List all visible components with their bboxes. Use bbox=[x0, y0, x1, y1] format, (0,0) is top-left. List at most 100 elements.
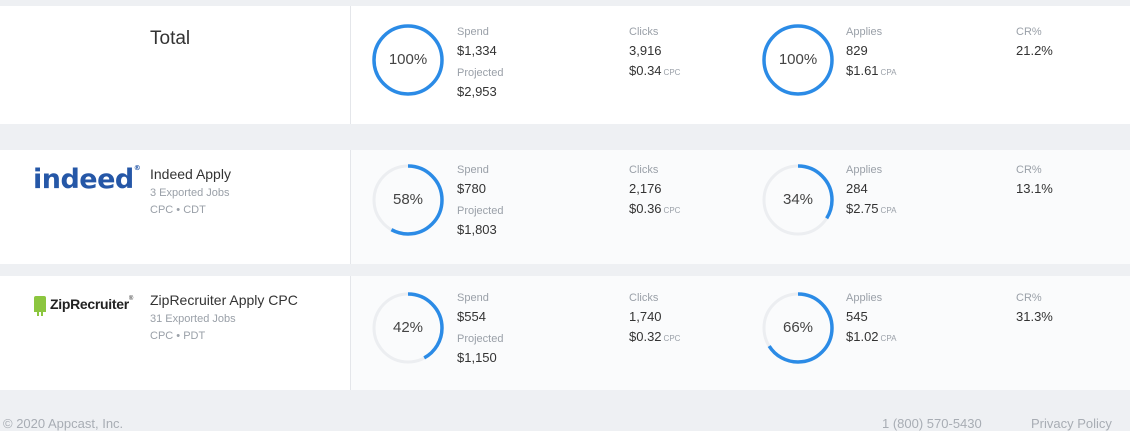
cpa-value: $2.75 CPA bbox=[846, 201, 896, 216]
cr-label: CR% bbox=[1016, 164, 1042, 176]
projected-value: $2,953 bbox=[457, 84, 497, 99]
source-meta: CPC • PDT bbox=[150, 330, 206, 342]
projected-label: Projected bbox=[457, 333, 504, 345]
projected-label: Projected bbox=[457, 67, 504, 79]
applies-percent: 34% bbox=[782, 191, 814, 208]
cpa-unit: CPA bbox=[880, 68, 897, 77]
projected-label: Projected bbox=[457, 205, 504, 217]
spend-metric: Spend $554 Projected $1,150 bbox=[457, 292, 503, 365]
cr-label: CR% bbox=[1016, 26, 1042, 38]
applies-percent: 100% bbox=[778, 51, 818, 68]
cr-value: 31.3% bbox=[1016, 309, 1053, 324]
ziprecruiter-logo-text: ZipRecruiter® bbox=[50, 296, 133, 312]
cpc-amount: $0.32 bbox=[629, 329, 662, 344]
spend-percent: 58% bbox=[392, 191, 424, 208]
cr-metric: CR% 31.3% bbox=[1016, 292, 1053, 324]
cpc-value: $0.34 CPC bbox=[629, 63, 680, 78]
exported-jobs: 31 Exported Jobs bbox=[150, 313, 236, 325]
cpc-unit: CPC bbox=[663, 334, 681, 343]
spend-label: Spend bbox=[457, 292, 489, 304]
source-metrics: 58% Spend $780 Projected $1,803 Clicks 2… bbox=[351, 150, 1130, 264]
spend-gauge: 42% bbox=[371, 291, 445, 365]
source-cell: ZipRecruiter® ZipRecruiter Apply CPC 31 … bbox=[0, 276, 351, 390]
source-row-ziprecruiter[interactable]: ZipRecruiter® ZipRecruiter Apply CPC 31 … bbox=[0, 276, 1130, 390]
indeed-logo: indeed® bbox=[33, 164, 141, 195]
privacy-policy-link[interactable]: Privacy Policy bbox=[1031, 416, 1112, 431]
total-row: Total 100% Spend $1,334 Projected $2,953… bbox=[0, 6, 1130, 124]
source-cell: indeed® Indeed Apply 3 Exported Jobs CPC… bbox=[0, 150, 351, 264]
projected-value: $1,803 bbox=[457, 222, 497, 237]
spend-percent: 42% bbox=[392, 319, 424, 336]
applies-gauge: 66% bbox=[761, 291, 835, 365]
total-metrics: 100% Spend $1,334 Projected $2,953 Click… bbox=[351, 6, 1130, 124]
applies-value: 829 bbox=[846, 43, 868, 58]
cr-metric: CR% 13.1% bbox=[1016, 164, 1053, 196]
cpc-amount: $0.34 bbox=[629, 63, 662, 78]
phone-link[interactable]: 1 (800) 570-5430 bbox=[882, 416, 982, 431]
projected-value: $1,150 bbox=[457, 350, 497, 365]
source-name: Indeed Apply bbox=[150, 166, 231, 182]
cr-label: CR% bbox=[1016, 292, 1042, 304]
total-label-cell: Total bbox=[0, 6, 351, 124]
clicks-value: 1,740 bbox=[629, 309, 662, 324]
indeed-logo-text: indeed bbox=[33, 164, 134, 195]
applies-label: Applies bbox=[846, 164, 883, 176]
ziprecruiter-icon bbox=[34, 296, 46, 316]
total-label: Total bbox=[150, 28, 191, 49]
cpa-value: $1.02 CPA bbox=[846, 329, 896, 344]
applies-gauge: 34% bbox=[761, 163, 835, 237]
spend-gauge: 58% bbox=[371, 163, 445, 237]
source-info: ZipRecruiter Apply CPC 31 Exported Jobs … bbox=[150, 292, 298, 342]
cpa-value: $1.61 CPA bbox=[846, 63, 896, 78]
source-metrics: 42% Spend $554 Projected $1,150 Clicks 1… bbox=[351, 276, 1130, 390]
applies-label: Applies bbox=[846, 26, 883, 38]
cpc-value: $0.36 CPC bbox=[629, 201, 680, 216]
clicks-metric: Clicks 1,740 $0.32 CPC bbox=[629, 292, 680, 344]
cpc-unit: CPC bbox=[663, 68, 681, 77]
cpa-amount: $1.02 bbox=[846, 329, 879, 344]
spend-value: $1,334 bbox=[457, 43, 497, 58]
spend-percent: 100% bbox=[388, 51, 428, 68]
cr-metric: CR% 21.2% bbox=[1016, 26, 1053, 58]
applies-metric: Applies 284 $2.75 CPA bbox=[846, 164, 896, 216]
clicks-value: 3,916 bbox=[629, 43, 662, 58]
clicks-label: Clicks bbox=[629, 26, 659, 38]
copyright: © 2020 Appcast, Inc. bbox=[3, 416, 124, 431]
cpc-value: $0.32 CPC bbox=[629, 329, 680, 344]
clicks-label: Clicks bbox=[629, 164, 659, 176]
source-info: Indeed Apply 3 Exported Jobs CPC • CDT bbox=[150, 166, 231, 216]
cpa-unit: CPA bbox=[880, 334, 897, 343]
applies-metric: Applies 545 $1.02 CPA bbox=[846, 292, 896, 344]
spend-label: Spend bbox=[457, 164, 489, 176]
exported-jobs: 3 Exported Jobs bbox=[150, 187, 230, 199]
cpc-unit: CPC bbox=[663, 206, 681, 215]
spend-value: $554 bbox=[457, 309, 486, 324]
cpa-unit: CPA bbox=[880, 206, 897, 215]
clicks-metric: Clicks 3,916 $0.34 CPC bbox=[629, 26, 680, 78]
applies-metric: Applies 829 $1.61 CPA bbox=[846, 26, 896, 78]
ziprecruiter-wordmark: ZipRecruiter bbox=[50, 296, 129, 312]
cpa-amount: $1.61 bbox=[846, 63, 879, 78]
footer: © 2020 Appcast, Inc. 1 (800) 570-5430 Pr… bbox=[0, 412, 1130, 431]
cr-value: 21.2% bbox=[1016, 43, 1053, 58]
spend-metric: Spend $780 Projected $1,803 bbox=[457, 164, 503, 237]
spend-gauge: 100% bbox=[371, 23, 445, 97]
clicks-metric: Clicks 2,176 $0.36 CPC bbox=[629, 164, 680, 216]
source-row-indeed[interactable]: indeed® Indeed Apply 3 Exported Jobs CPC… bbox=[0, 150, 1130, 264]
spend-metric: Spend $1,334 Projected $2,953 bbox=[457, 26, 503, 99]
source-name: ZipRecruiter Apply CPC bbox=[150, 292, 298, 308]
cr-value: 13.1% bbox=[1016, 181, 1053, 196]
spend-label: Spend bbox=[457, 26, 489, 38]
applies-gauge: 100% bbox=[761, 23, 835, 97]
source-meta: CPC • CDT bbox=[150, 204, 206, 216]
applies-value: 545 bbox=[846, 309, 868, 324]
cpc-amount: $0.36 bbox=[629, 201, 662, 216]
applies-percent: 66% bbox=[782, 319, 814, 336]
clicks-value: 2,176 bbox=[629, 181, 662, 196]
applies-label: Applies bbox=[846, 292, 883, 304]
applies-value: 284 bbox=[846, 181, 868, 196]
ziprecruiter-logo: ZipRecruiter® bbox=[34, 296, 133, 316]
spend-value: $780 bbox=[457, 181, 486, 196]
cpa-amount: $2.75 bbox=[846, 201, 879, 216]
clicks-label: Clicks bbox=[629, 292, 659, 304]
